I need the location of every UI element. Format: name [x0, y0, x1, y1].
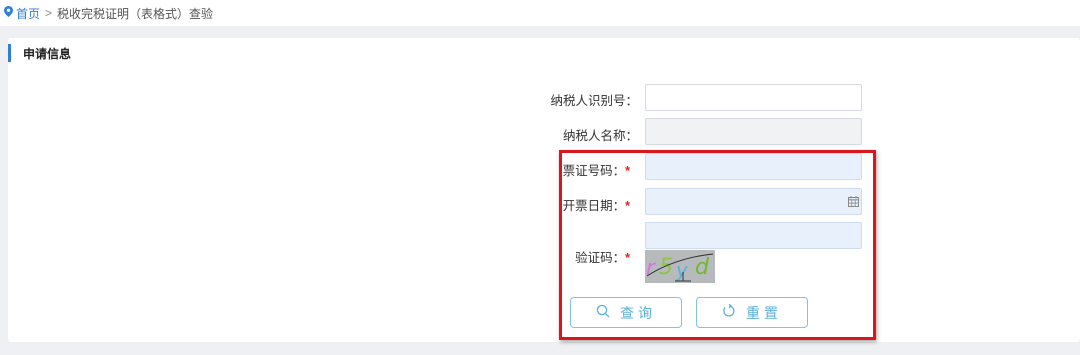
captcha-input[interactable]	[645, 222, 862, 249]
issue-date-label: 开票日期：*	[510, 195, 630, 214]
taxpayer-id-label: 纳税人识别号：	[550, 94, 638, 108]
taxpayer-name-input[interactable]	[645, 118, 862, 145]
calendar-icon[interactable]	[844, 188, 862, 215]
panel-title: 申请信息	[8, 44, 71, 62]
refresh-icon	[722, 303, 736, 321]
reset-button-label: 重置	[746, 304, 782, 321]
breadcrumb-current: 税收完税证明（表格式）查验	[57, 6, 214, 21]
required-mark: *	[625, 251, 630, 265]
query-button-label: 查询	[620, 304, 656, 321]
title-accent-bar	[8, 44, 11, 62]
breadcrumb-separator: >	[45, 6, 53, 20]
taxpayer-name-label: 纳税人名称：	[562, 129, 638, 143]
svg-text:5: 5	[659, 255, 673, 280]
panel-title-text: 申请信息	[23, 46, 72, 61]
issue-date-label-text: 开票日期：	[562, 199, 626, 213]
ticket-number-label: 票证号码：*	[510, 160, 630, 179]
ticket-number-label-text: 票证号码：	[562, 164, 626, 178]
taxpayer-id-input[interactable]	[645, 84, 862, 111]
reset-button[interactable]: 重置	[696, 297, 808, 328]
application-info-panel: 申请信息	[8, 38, 1080, 342]
breadcrumb: 首页 > 税收完税证明（表格式）查验	[0, 0, 1080, 26]
captcha-label: 验证码：*	[510, 247, 630, 266]
search-icon	[596, 304, 610, 321]
required-mark: *	[625, 164, 630, 178]
issue-date-input[interactable]	[645, 188, 862, 215]
query-button[interactable]: 查询	[570, 297, 682, 328]
captcha-image[interactable]: r 5 y d	[645, 250, 715, 283]
captcha-label-text: 验证码：	[575, 251, 626, 265]
required-mark: *	[625, 199, 630, 213]
ticket-number-input[interactable]	[645, 153, 862, 180]
svg-text:d: d	[695, 255, 710, 280]
location-pin-icon	[4, 6, 13, 20]
breadcrumb-home-link[interactable]: 首页	[16, 5, 40, 22]
